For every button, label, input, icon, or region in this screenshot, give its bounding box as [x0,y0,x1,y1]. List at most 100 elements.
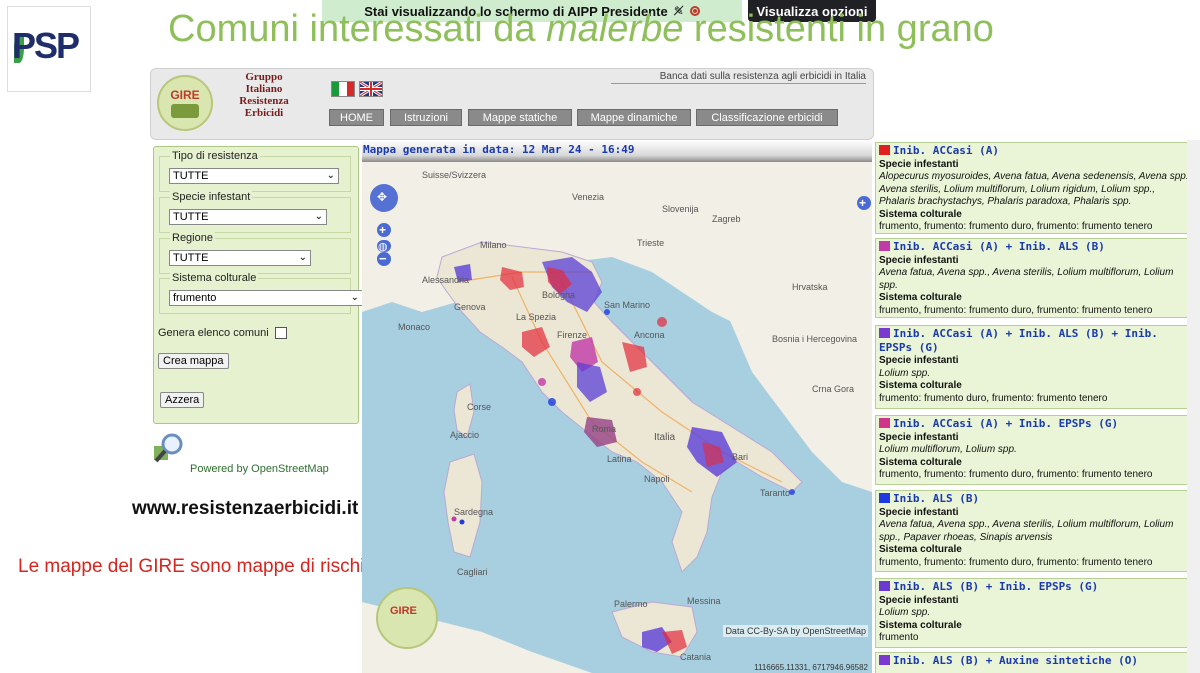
crea-mappa-button[interactable]: Crea mappa [158,353,229,369]
genera-elenco-row: Genera elenco comuni [158,327,287,339]
chevron-down-icon: ⌄ [298,252,307,263]
species-header: Specie infestanti [879,158,959,170]
psp-logo-text: PSP [12,25,80,66]
database-title: Banca dati sulla resistenza agli erbicid… [611,71,866,84]
map-label: Napoli [644,474,670,484]
map-label: Bari [732,452,749,462]
map-label: Bosnia i Hercegovina [772,334,858,344]
legend-category[interactable]: Inib. ACCasi (A) + Inib. ALS (B) [893,240,1105,253]
system-header: Sistema colturale [879,456,962,468]
nav-istruzioni[interactable]: Istruzioni [390,109,462,126]
system-list: frumento: frumento duro, frumento: frume… [879,392,1108,404]
genera-elenco-label: Genera elenco comuni [158,327,269,339]
title-italic: malerbe [546,8,684,50]
gire-header: GIRE Gruppo Italiano Resistenza Erbicidi… [150,68,874,140]
flag-italy-icon[interactable] [331,81,355,97]
powered-by-osm: Powered by OpenStreetMap [190,463,329,475]
zoom-out-icon[interactable]: − [379,251,387,266]
map-label: Zagreb [712,214,741,224]
legend-category[interactable]: Inib. ACCasi (A) [893,144,999,157]
org-name-line: Resistenza [239,95,289,107]
species-list: Lolium spp. [879,607,931,618]
legend-swatch [879,328,890,338]
org-name-line: Erbicidi [244,107,284,119]
magnifier-icon[interactable] [152,432,186,466]
legend-category[interactable]: Inib. ALS (B) + Inib. EPSPs (G) [893,580,1098,593]
legend-swatch [879,241,890,251]
legend-item: Inib. ACCasi (A) + Inib. ALS (B) + Inib.… [875,325,1197,409]
species-header: Specie infestanti [879,594,959,606]
nav-home[interactable]: HOME [329,109,384,126]
nav-mappe-statiche[interactable]: Mappe statiche [468,109,572,126]
species-list: Lolium multiflorum, Lolium spp. [879,444,1017,455]
pan-arrows-icon[interactable]: ✥ [377,190,387,204]
system-header: Sistema colturale [879,292,962,303]
system-header: Sistema colturale [879,544,962,555]
legend-scrollbar[interactable] [1187,140,1200,673]
legend-category[interactable]: Inib. ACCasi (A) + Inib. EPSPs (G) [893,417,1118,430]
system-list: frumento, frumento: frumento duro, frume… [879,469,1153,480]
tipo-resistenza-group: Tipo di resistenza TUTTE ⌄ [159,150,351,192]
sistema-colturale-group: Sistema colturale frumento ⌄ [159,272,363,314]
legend-item: Inib. ALS (B) + Auxine sintetiche (O) [875,652,1197,673]
species-header: Specie infestanti [879,506,959,518]
map-label: Slovenija [662,204,699,214]
filter-panel: Tipo di resistenza TUTTE ⌄ Specie infest… [153,146,363,424]
title-part2: resistenti in grano [683,8,994,50]
flag-uk-icon[interactable] [359,81,383,97]
species-header: Specie infestanti [879,355,959,366]
psp-logo: PSP [7,6,91,92]
map-label: Cagliari [457,567,488,577]
map-label: San Marino [604,300,651,310]
species-list: Alopecurus myosuroides, Avena fatua, Ave… [879,171,1192,207]
system-header: Sistema colturale [879,619,962,631]
genera-elenco-checkbox[interactable] [274,327,287,339]
gire-logo[interactable]: GIRE [157,75,213,131]
map-label: Ancona [634,330,665,340]
map-label: Crna Gora [812,384,855,394]
system-list: frumento, frumento: frumento duro, frume… [879,221,1153,232]
legend-panel: Inib. ACCasi (A) Specie infestanti Alope… [875,140,1200,673]
zoom-in-icon[interactable]: + [379,223,386,237]
legend-item: Inib. ALS (B) Specie infestanti Avena fa… [875,490,1197,572]
azzera-button[interactable]: Azzera [160,392,205,408]
map-label: Milano [480,240,507,250]
map-label: Taranto [760,488,791,498]
regione-label: Regione [170,232,215,244]
layer-switcher-icon[interactable]: + [859,196,866,210]
risk-map-note: Le mappe del GIRE sono mappe di rischio [18,556,375,577]
map-label: Italia [654,432,676,443]
nav-classificazione-erbicidi[interactable]: Classificazione erbicidi [696,109,838,126]
map-label: Sardegna [454,507,494,517]
field-icon [171,104,199,118]
map-label: Genova [454,302,486,312]
legend-swatch [879,145,890,155]
map-label: Hrvatska [792,282,828,292]
org-name-line: Italiano [245,83,283,95]
map-view[interactable]: ✥ + ◍ − + GIRE Suisse/Svizzera Venezia S… [362,162,872,673]
regione-select[interactable]: TUTTE ⌄ [169,250,311,266]
system-header: Sistema colturale [879,380,962,391]
sistema-colturale-select[interactable]: frumento ⌄ [169,290,363,306]
website-url: www.resistenzaerbicidi.it [132,498,359,519]
legend-category[interactable]: Inib. ALS (B) + Auxine sintetiche (O) [893,654,1138,667]
map-header: Mappa generata in data: 12 Mar 24 - 16:4… [362,140,872,162]
legend-swatch [879,493,890,503]
legend-swatch [879,418,890,428]
nav-mappe-dinamiche[interactable]: Mappe dinamiche [577,109,691,126]
specie-select[interactable]: TUTTE ⌄ [169,209,327,225]
map-label: Latina [607,454,632,464]
tipo-resistenza-select[interactable]: TUTTE ⌄ [169,168,339,184]
legend-swatch [879,655,890,665]
tipo-resistenza-label: Tipo di resistenza [170,150,260,162]
title-part1: Comuni interessati da [168,8,547,50]
legend-category[interactable]: Inib. ACCasi (A) + Inib. ALS (B) + Inib.… [879,327,1158,354]
map-label: La Spezia [516,312,557,322]
legend-item: Inib. ALS (B) + Inib. EPSPs (G) Specie i… [875,578,1197,648]
legend-category[interactable]: Inib. ALS (B) [893,492,979,505]
osm-attribution: Data CC-By-SA by OpenStreetMap [723,625,868,637]
regione-value: TUTTE [173,252,209,264]
species-header: Specie infestanti [879,254,959,266]
map-label: Messina [687,596,721,606]
gire-org-name: Gruppo Italiano Resistenza Erbicidi [229,71,299,119]
